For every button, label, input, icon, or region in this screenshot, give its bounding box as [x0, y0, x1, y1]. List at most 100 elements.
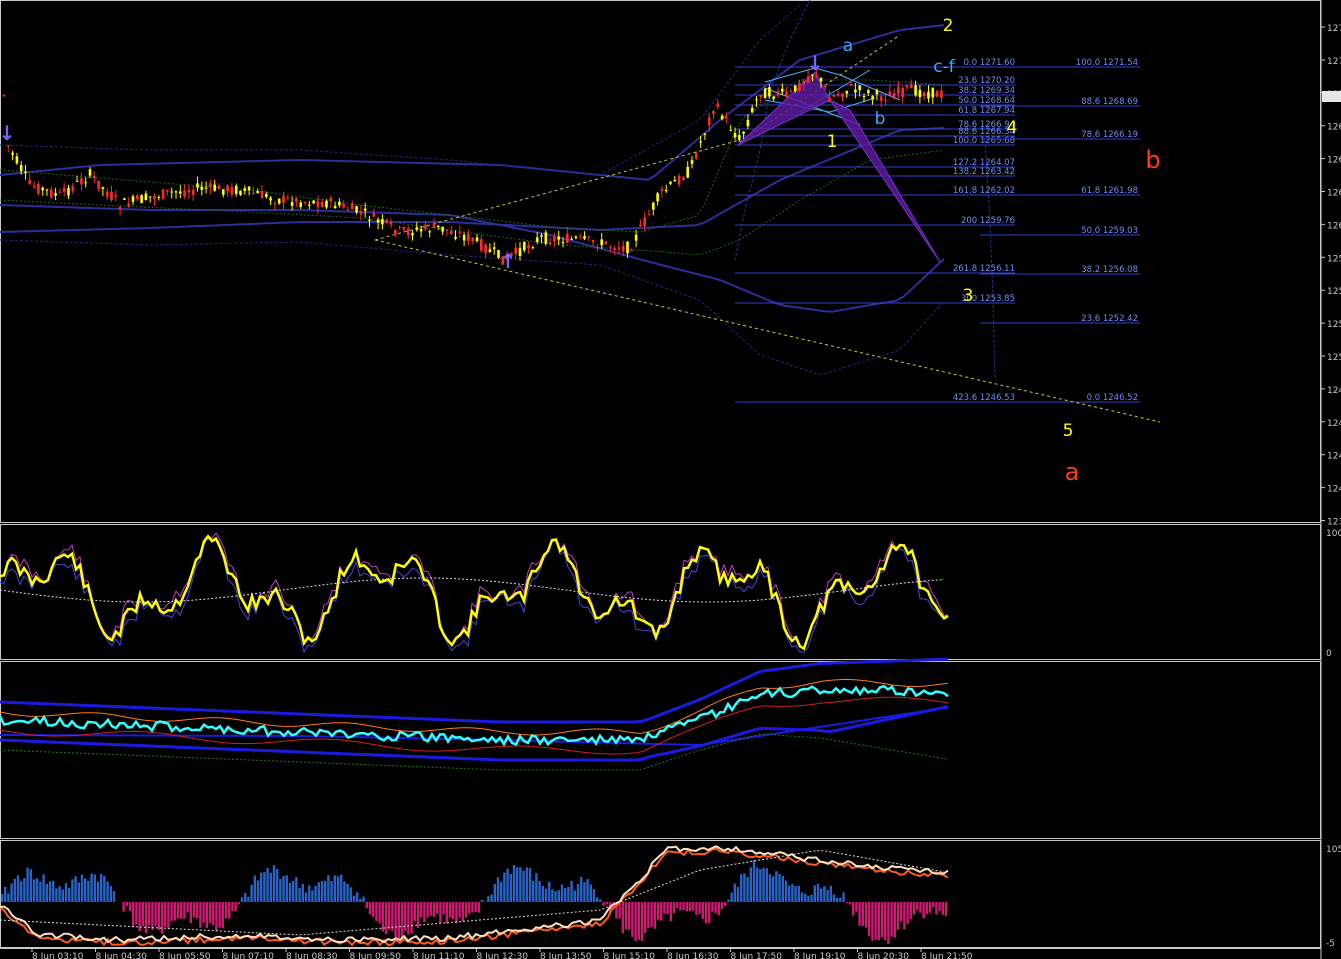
histogram-bar: [640, 902, 644, 941]
candle-body: [449, 230, 453, 235]
histogram-bar: [112, 891, 116, 902]
histogram-bar: [928, 902, 932, 913]
histogram-bar: [224, 902, 228, 919]
histogram-bar: [154, 902, 157, 926]
histogram-bar: [756, 867, 759, 902]
candle-body: [720, 115, 724, 120]
candle-body: [548, 242, 552, 245]
candle-body: [88, 169, 92, 176]
candle-body: [609, 246, 612, 248]
histogram-bar: [586, 879, 589, 902]
candle-body: [884, 99, 887, 101]
histogram-bar: [413, 902, 416, 921]
trend-line: [374, 239, 1161, 423]
wave-label-4: 4: [1007, 118, 1018, 138]
candle-body: [359, 211, 363, 215]
histogram-bar: [324, 880, 327, 902]
candle-body: [570, 238, 573, 240]
candle-body: [239, 190, 242, 195]
histogram-bar: [692, 902, 695, 911]
candle-body: [824, 85, 827, 88]
histogram-bar: [186, 902, 189, 913]
candle-body: [204, 187, 208, 189]
wave-label-1: 1: [827, 132, 838, 152]
time-axis-label: 8 Jun 08:30: [286, 952, 338, 959]
histogram-bar: [317, 882, 320, 902]
histogram-bar: [676, 902, 679, 909]
histogram-bar: [365, 902, 368, 909]
candle-body: [686, 166, 689, 178]
histogram-bar: [84, 878, 87, 902]
histogram-bar: [122, 902, 125, 912]
candle-body: [854, 89, 857, 93]
histogram-bar: [362, 896, 365, 902]
histogram-bar: [29, 869, 32, 902]
candle-body: [897, 86, 900, 94]
wave-label-b-large: b: [1145, 146, 1160, 174]
histogram-bar: [708, 902, 711, 923]
candle-body: [888, 91, 892, 95]
histogram-bar: [631, 902, 634, 937]
histogram-bar: [4, 886, 7, 902]
candle-body: [28, 180, 32, 184]
histogram-bar: [788, 885, 791, 902]
histogram-bar: [160, 902, 164, 934]
histogram-bar: [484, 901, 487, 902]
candle-body: [213, 184, 216, 191]
price-axis-label: 125: [1327, 320, 1341, 330]
candle-body: [394, 229, 397, 235]
histogram-bar: [599, 899, 602, 902]
fib-level-label: 261.8 1256.11: [953, 264, 1015, 274]
histogram-bar: [16, 875, 20, 902]
histogram-bar: [797, 885, 800, 902]
candle-body: [553, 236, 556, 242]
candle-body: [664, 190, 668, 192]
candle-body: [871, 96, 874, 100]
candle-body: [355, 206, 358, 213]
candle-body: [351, 203, 354, 210]
price-axis-label: 123: [1327, 518, 1341, 528]
time-axis-label: 8 Jun 07:10: [223, 952, 275, 959]
candle-body: [574, 236, 578, 239]
candle-body: [750, 107, 754, 113]
candle-body: [19, 165, 23, 172]
histogram-bar: [221, 902, 224, 929]
stochastic-panel[interactable]: [0, 524, 1321, 660]
histogram-bar: [276, 869, 279, 902]
histogram-bar: [292, 880, 295, 902]
histogram-bar: [471, 902, 474, 913]
histogram-bar: [426, 902, 429, 918]
candle-body: [462, 235, 466, 241]
histogram-bar: [336, 876, 340, 902]
candle-body: [458, 232, 462, 234]
histogram-oscillator-panel[interactable]: [0, 840, 1321, 948]
price-axis-label: 125: [1327, 287, 1341, 297]
candle-body: [849, 83, 853, 86]
histogram-bar: [103, 875, 106, 902]
candle-body: [905, 85, 909, 88]
histogram-bar: [288, 882, 292, 902]
candle-body: [67, 187, 70, 196]
histogram-bar: [237, 902, 240, 905]
bollinger-indicator-panel[interactable]: [0, 661, 1321, 839]
candle-body: [931, 87, 935, 98]
candle-body: [136, 195, 139, 199]
histogram-bar: [378, 902, 381, 924]
signal-arrow-icon: ↓: [807, 51, 824, 75]
histogram-bar: [701, 902, 704, 919]
histogram-bar: [506, 868, 509, 902]
histogram-bar: [432, 902, 436, 918]
candle-body: [342, 204, 345, 208]
histogram-bar: [0, 893, 4, 902]
histogram-bar: [800, 892, 804, 902]
candle-body: [432, 223, 436, 229]
main-price-panel[interactable]: [0, 0, 1321, 523]
histogram-bar: [311, 890, 314, 902]
histogram-bar: [762, 867, 765, 902]
trading-chart[interactable]: 0.0 1271.6023.6 1270.2038.2 1269.3450.0 …: [0, 0, 1341, 959]
candle-body: [578, 235, 582, 237]
time-axis-label: 8 Jun 16:30: [667, 952, 719, 959]
histogram-bar: [87, 880, 90, 902]
wave-label-c-f: c-f: [933, 57, 955, 77]
candle-body: [179, 191, 182, 194]
